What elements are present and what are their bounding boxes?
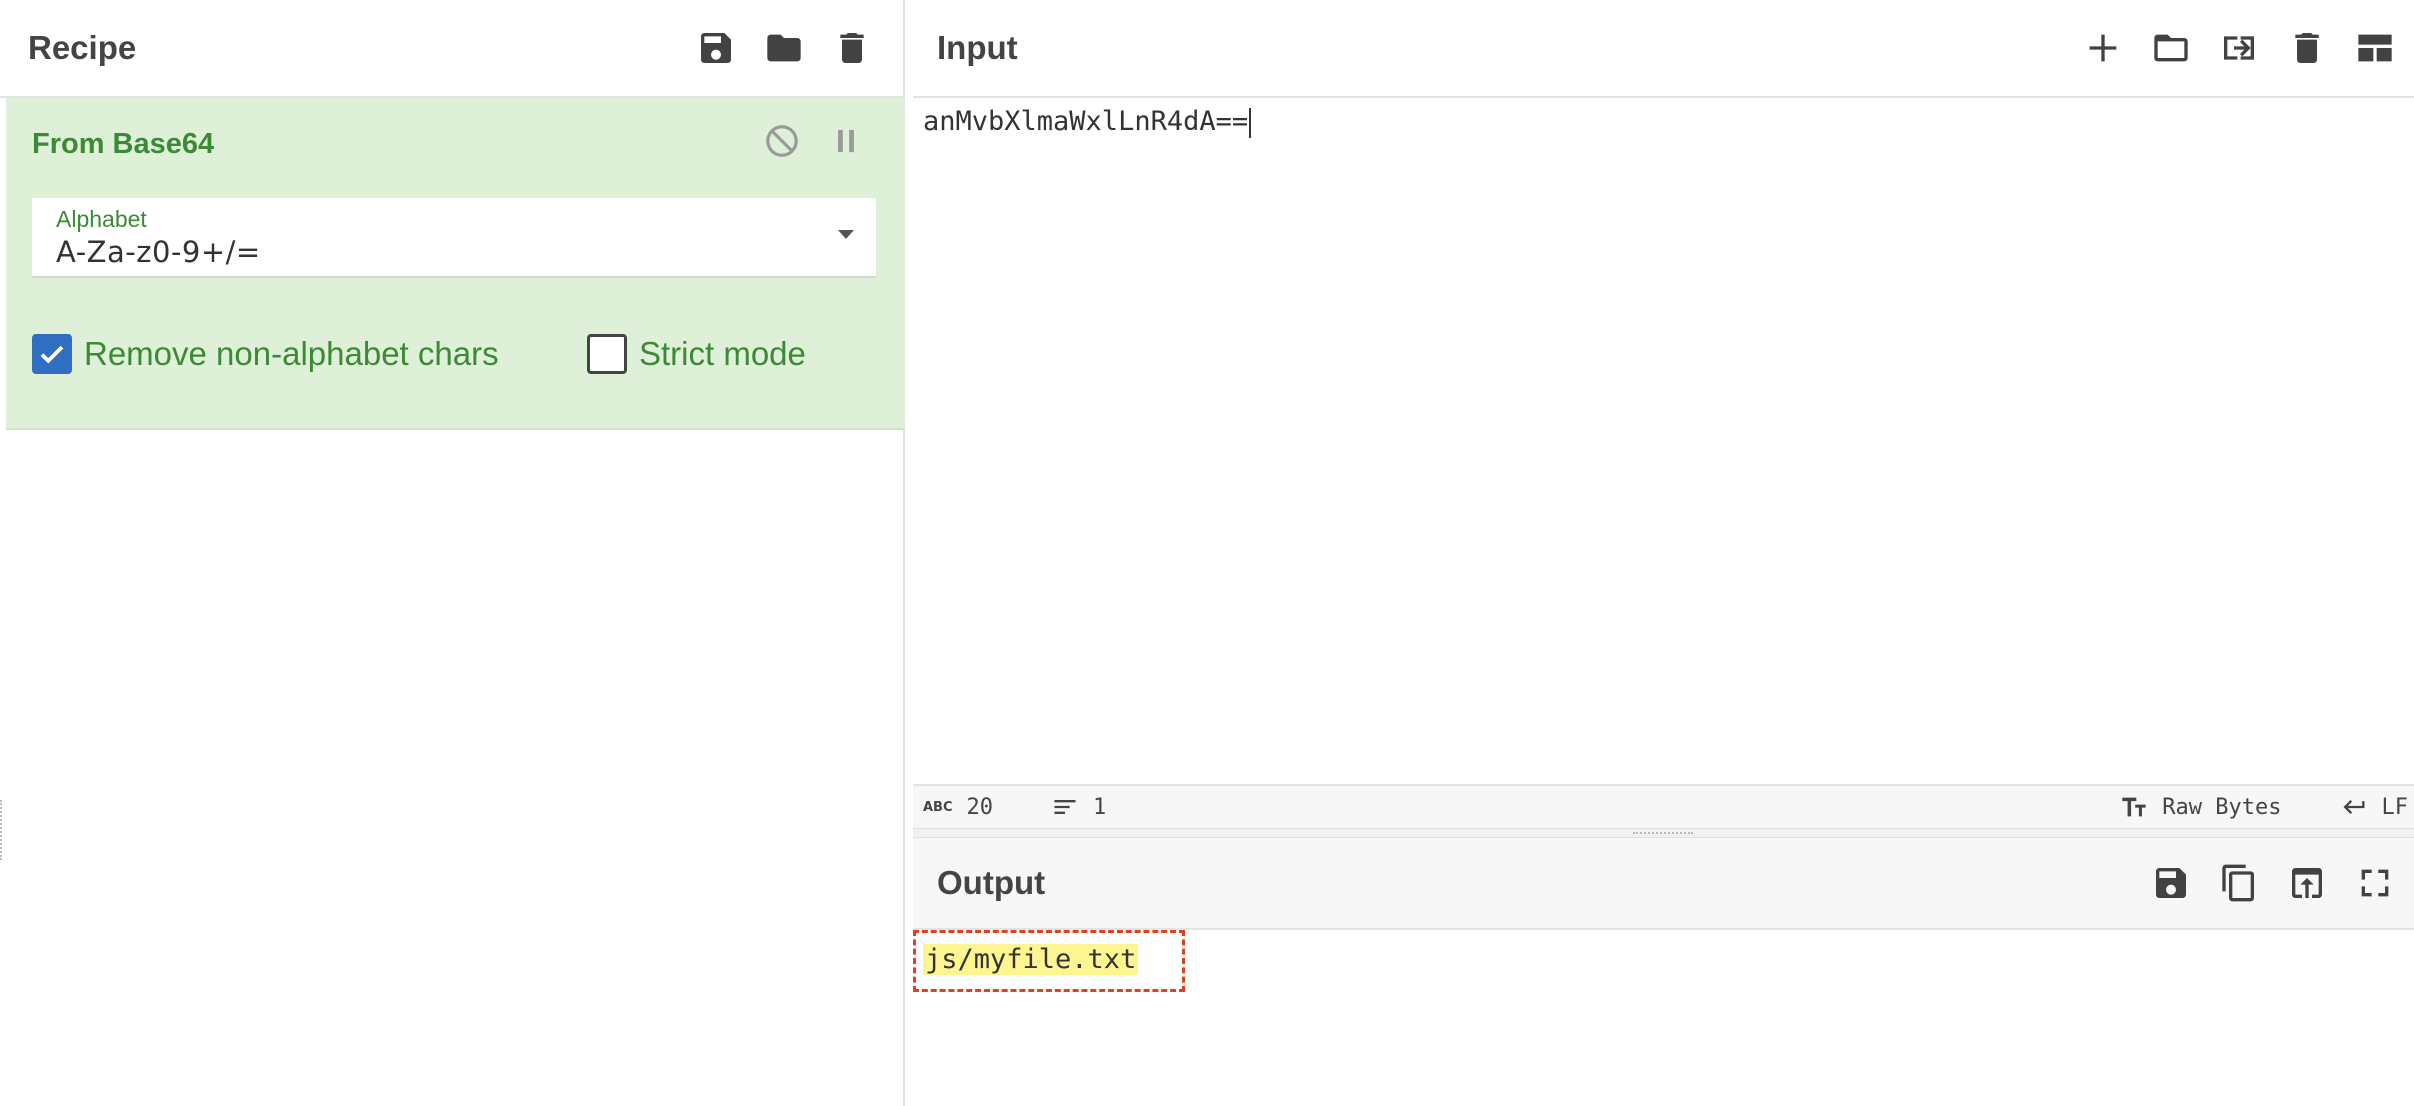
copy-icon — [2222, 864, 2254, 902]
output-title: Output — [937, 864, 1046, 901]
plus-icon — [2089, 34, 2117, 62]
save-output-button[interactable] — [2148, 860, 2194, 906]
output-header: Output — [913, 838, 2414, 930]
encoding-label[interactable]: Raw Bytes — [2162, 795, 2281, 820]
operation-options: Remove non-alphabet chars Strict mode — [32, 334, 892, 380]
status-right: Raw Bytes LF — [2120, 793, 2414, 821]
char-count: 20 — [966, 794, 994, 820]
replace-input-icon — [2292, 868, 2322, 898]
checkmark-icon — [40, 345, 64, 364]
text-size-icon[interactable] — [2120, 793, 2148, 821]
divider-grip[interactable] — [1633, 832, 1693, 835]
status-left: ABC 20 1 — [913, 793, 1106, 821]
folder-icon — [767, 34, 801, 62]
load-recipe-button[interactable] — [761, 25, 807, 71]
maximise-output-button[interactable] — [2352, 860, 2398, 906]
line-count: 1 — [1093, 794, 1107, 820]
alphabet-select[interactable]: Alphabet A-Za-z0-9+/= — [32, 198, 876, 278]
remove-non-alphabet-label: Remove non-alphabet chars — [84, 335, 499, 372]
import-icon — [2224, 36, 2254, 60]
remove-non-alphabet-checkbox[interactable]: Remove non-alphabet chars — [32, 334, 499, 374]
recipe-panel: Recipe From Base64 Alphabet A-Za-z0-9+/= — [0, 0, 905, 1106]
operation-from-base64[interactable]: From Base64 Alphabet A-Za-z0-9+/= Remove… — [6, 98, 905, 430]
clear-input-button[interactable] — [2284, 25, 2330, 71]
recipe-header: Recipe — [0, 0, 903, 98]
trash-icon — [2295, 33, 2319, 63]
open-file-button[interactable] — [2216, 25, 2262, 71]
replace-input-button[interactable] — [2284, 860, 2330, 906]
add-input-tab-button[interactable] — [2080, 25, 2126, 71]
input-text: anMvbXlmaWxlLnR4dA== — [923, 106, 1249, 137]
input-header: Input — [913, 0, 2414, 98]
output-text[interactable]: js/myfile.txt — [923, 944, 1139, 975]
checkbox-unchecked[interactable] — [587, 334, 627, 374]
strict-mode-checkbox[interactable]: Strict mode — [587, 334, 806, 374]
recipe-title: Recipe — [28, 29, 137, 66]
disable-icon[interactable] — [763, 122, 801, 160]
fullscreen-icon — [2361, 869, 2389, 897]
save-icon — [2156, 868, 2186, 898]
reset-layout-button[interactable] — [2352, 25, 2398, 71]
operation-title: From Base64 — [32, 128, 215, 160]
return-arrow-icon[interactable] — [2340, 793, 2368, 821]
text-cursor — [1249, 107, 1252, 138]
input-status-bar: ABC 20 1 Raw Bytes LF — [913, 784, 2414, 828]
save-icon — [701, 33, 731, 63]
save-recipe-button[interactable] — [693, 25, 739, 71]
pause-icon[interactable] — [827, 122, 865, 160]
input-title: Input — [937, 29, 1018, 66]
operation-controls — [763, 122, 865, 160]
output-panel: Output js/myfile.txt — [913, 838, 2414, 1106]
alphabet-label: Alphabet — [56, 206, 147, 232]
abc-icon: ABC — [923, 799, 953, 815]
resize-handle[interactable] — [0, 800, 4, 860]
eol-label[interactable]: LF — [2382, 795, 2409, 820]
output-toolbar — [2148, 860, 2398, 906]
checkbox-checked[interactable] — [32, 334, 72, 374]
trash-icon — [840, 33, 864, 63]
caret-down-icon — [838, 230, 854, 239]
layout-icon — [2358, 34, 2392, 62]
input-panel: Input anMvbXlmaWxlLnR4dA== ABC 20 1 Raw … — [913, 0, 2414, 830]
lines-icon — [1051, 793, 1079, 821]
strict-mode-label: Strict mode — [639, 335, 806, 372]
input-toolbar — [2080, 25, 2398, 71]
alphabet-value: A-Za-z0-9+/= — [56, 235, 261, 269]
open-folder-button[interactable] — [2148, 25, 2194, 71]
panel-divider[interactable] — [913, 828, 2414, 838]
input-textarea[interactable]: anMvbXlmaWxlLnR4dA== — [923, 106, 1252, 138]
recipe-toolbar — [693, 25, 875, 71]
folder-open-icon — [2154, 34, 2188, 62]
copy-output-button[interactable] — [2216, 860, 2262, 906]
clear-recipe-button[interactable] — [829, 25, 875, 71]
